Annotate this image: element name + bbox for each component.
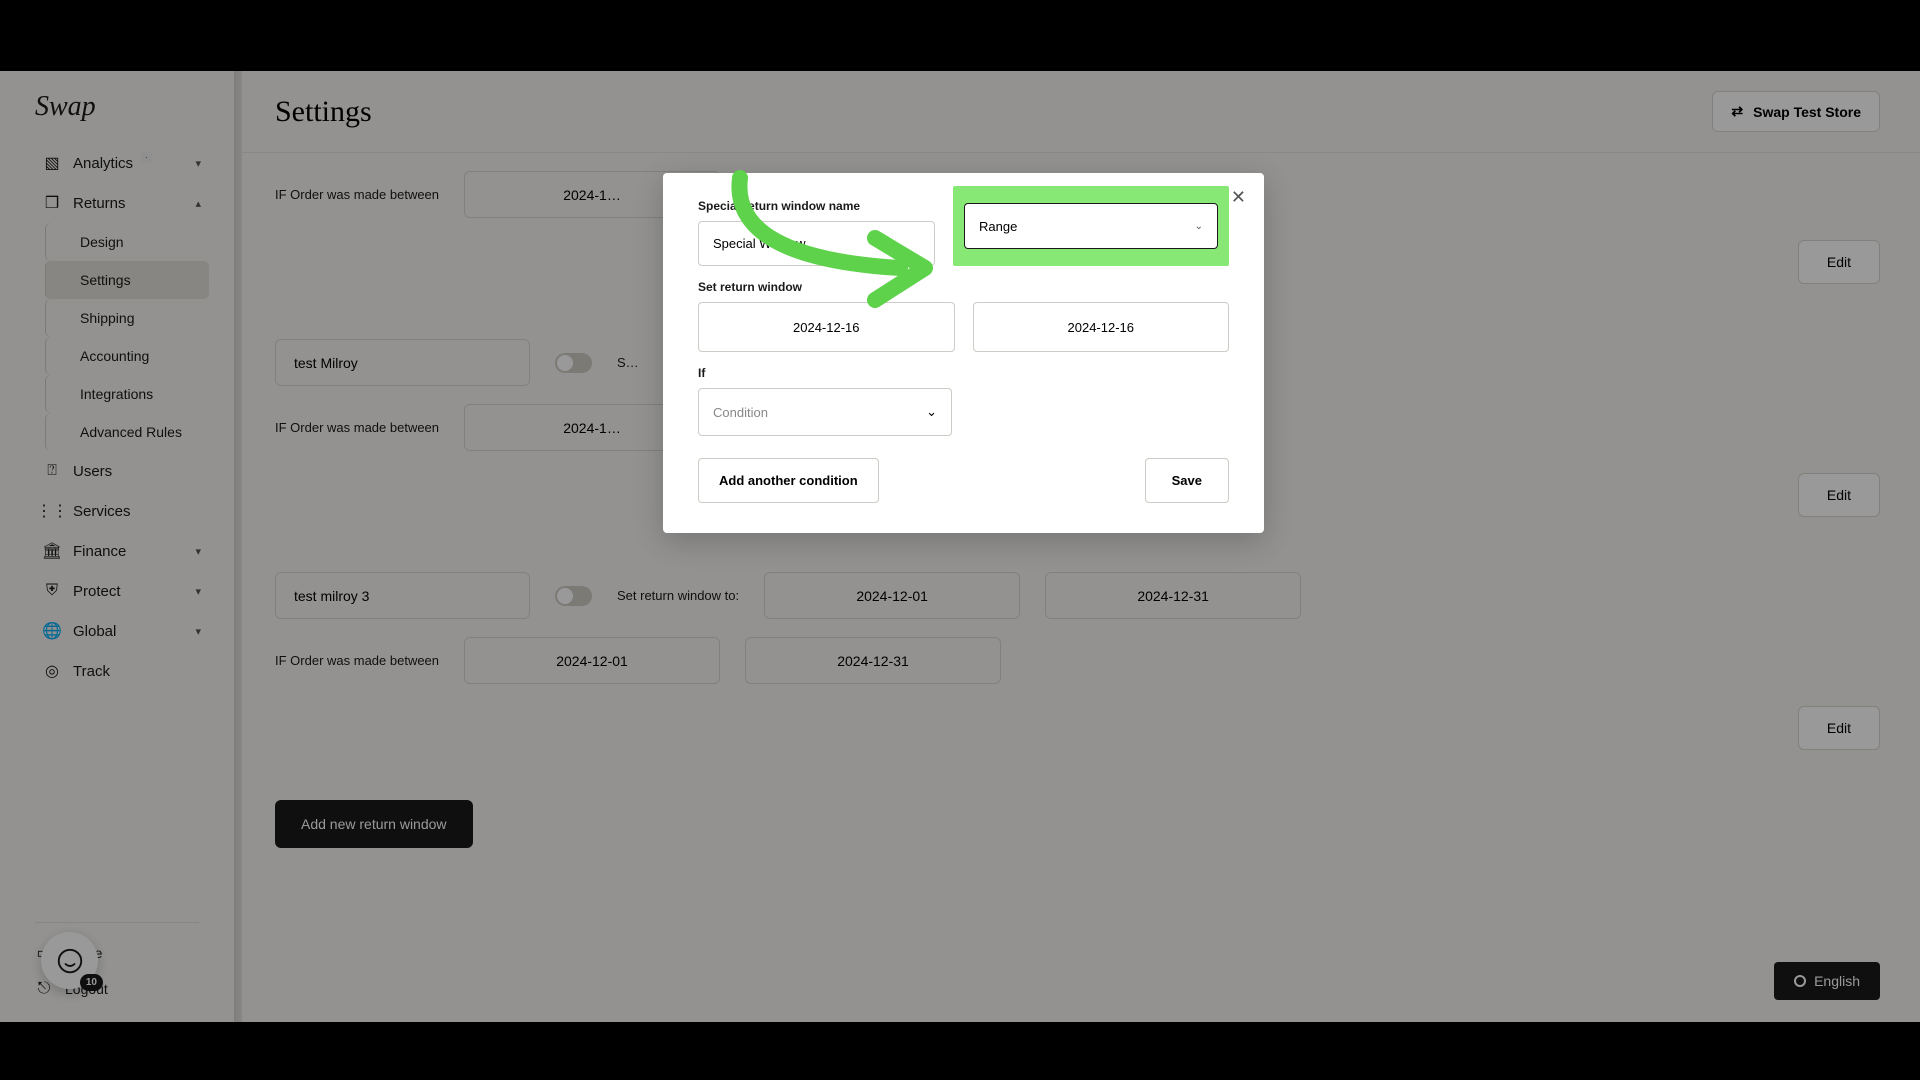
add-condition-button[interactable]: Add another condition	[698, 458, 879, 503]
if-label: If	[698, 366, 1229, 380]
chevron-down-icon: ⌄	[926, 404, 937, 420]
window-name-input[interactable]	[698, 221, 935, 266]
return-window-to-input[interactable]: 2024-12-16	[973, 302, 1230, 352]
return-window-from-input[interactable]: 2024-12-16	[698, 302, 955, 352]
chevron-down-icon: ⌄	[1195, 221, 1203, 232]
close-button[interactable]: ✕	[1231, 187, 1246, 208]
annotation-highlight: Range ⌄	[953, 186, 1229, 266]
save-button[interactable]: Save	[1145, 458, 1229, 503]
select-placeholder: Condition	[713, 405, 768, 420]
set-window-label: Set return window	[698, 280, 1229, 294]
close-icon: ✕	[1231, 187, 1246, 207]
window-name-label: Special return window name	[698, 199, 935, 213]
select-value: Range	[979, 219, 1017, 234]
window-type-select[interactable]: Range ⌄	[964, 203, 1218, 249]
condition-select[interactable]: Condition ⌄	[698, 388, 952, 436]
special-return-window-modal: ✕ Special return window name Range ⌄ Set…	[663, 173, 1264, 533]
